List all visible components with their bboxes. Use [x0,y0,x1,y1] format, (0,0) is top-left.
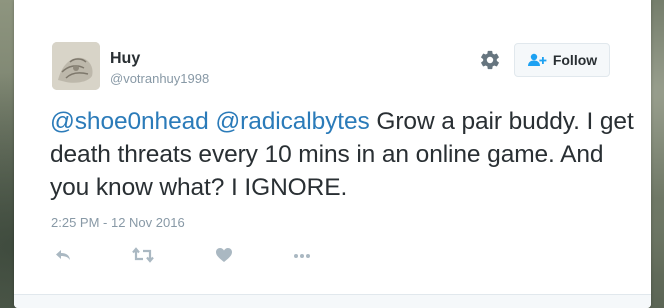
tweet-text: @shoe0nhead @radicalbytes Grow a pair bu… [50,105,640,204]
tweet-actions [14,246,651,268]
mention-link[interactable]: @radicalbytes [215,108,369,135]
avatar[interactable] [52,42,100,90]
mention-link[interactable]: @shoe0nhead [50,108,209,135]
reply-icon[interactable] [54,246,72,269]
retweet-icon[interactable] [132,246,154,269]
heart-icon[interactable] [215,246,233,269]
user-name[interactable]: Huy [110,50,140,68]
follow-button[interactable]: Follow [514,43,610,77]
more-icon[interactable] [292,246,312,269]
user-handle[interactable]: @votranhuy1998 [110,71,209,86]
gear-icon[interactable] [479,49,501,71]
add-user-icon [527,53,547,67]
timestamp-link[interactable]: 2:25 PM - 12 Nov 2016 [51,215,185,230]
follow-label: Follow [552,52,598,68]
card-footer [14,294,651,308]
tweet-card: Huy @votranhuy1998 Follow @shoe0nhead @r… [14,0,651,308]
